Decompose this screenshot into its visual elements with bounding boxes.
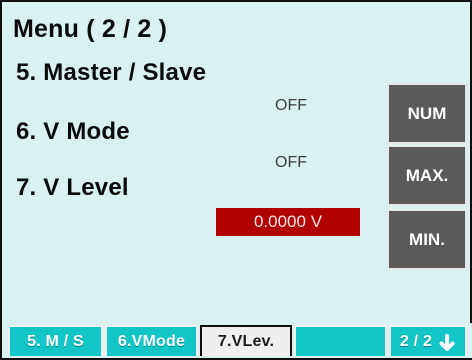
menu-item-v-mode[interactable]: 6. V Mode: [16, 118, 130, 146]
tab-v-mode[interactable]: 6.VMode: [105, 325, 198, 356]
tab-empty[interactable]: [294, 325, 387, 356]
master-slave-value: OFF: [275, 97, 307, 114]
max-button[interactable]: MAX.: [387, 145, 467, 206]
instrument-screen: Menu ( 2 / 2 ) 5. Master / Slave OFF 6. …: [0, 0, 472, 360]
tab-master-slave[interactable]: 5. M / S: [8, 325, 103, 356]
softkey-tab-bar: 5. M / S 6.VMode 7.VLev. 2 / 2: [2, 323, 472, 358]
tab-page-down[interactable]: 2 / 2: [389, 325, 467, 356]
menu-title: Menu ( 2 / 2 ): [13, 15, 168, 43]
v-mode-value: OFF: [275, 154, 307, 171]
tab-page-label: 2 / 2: [399, 332, 433, 350]
arrow-down-icon: [438, 333, 456, 352]
menu-item-v-level[interactable]: 7. V Level: [16, 174, 129, 202]
num-button[interactable]: NUM: [387, 83, 467, 144]
menu-item-master-slave[interactable]: 5. Master / Slave: [16, 59, 206, 87]
min-button[interactable]: MIN.: [387, 209, 467, 270]
v-level-input[interactable]: 0.0000 V: [216, 208, 360, 236]
tab-v-level[interactable]: 7.VLev.: [200, 325, 292, 356]
